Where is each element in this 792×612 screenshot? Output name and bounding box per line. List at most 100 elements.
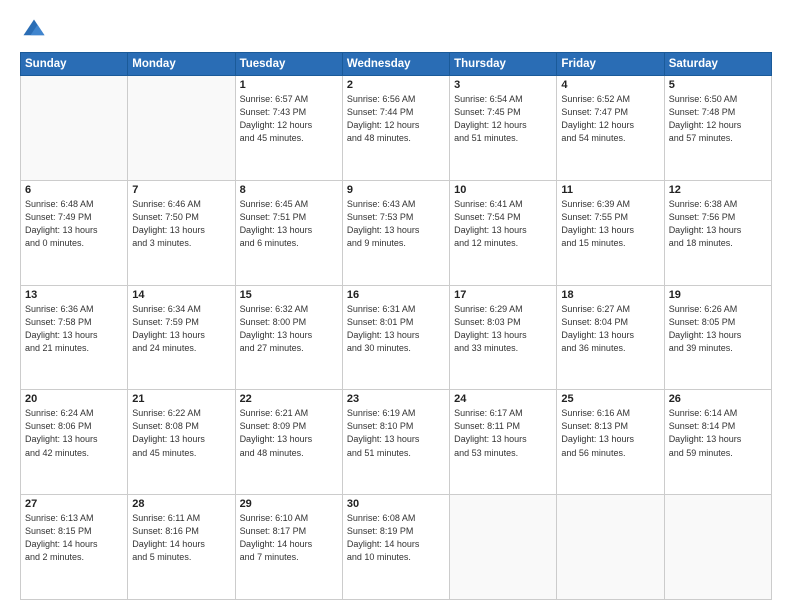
weekday-header-tuesday: Tuesday bbox=[235, 53, 342, 76]
week-row-5: 27Sunrise: 6:13 AM Sunset: 8:15 PM Dayli… bbox=[21, 495, 772, 600]
day-number: 26 bbox=[669, 393, 767, 405]
day-number: 2 bbox=[347, 79, 445, 91]
day-number: 23 bbox=[347, 393, 445, 405]
day-info: Sunrise: 6:29 AM Sunset: 8:03 PM Dayligh… bbox=[454, 303, 552, 355]
calendar-cell: 22Sunrise: 6:21 AM Sunset: 8:09 PM Dayli… bbox=[235, 390, 342, 495]
week-row-1: 1 Sunrise: 6:57 AM Sunset: 7:43 PM Daylig… bbox=[21, 76, 772, 181]
day-number: 14 bbox=[132, 289, 230, 301]
calendar-cell bbox=[128, 76, 235, 181]
logo-icon bbox=[20, 16, 48, 44]
day-info: Sunrise: 6:56 AM Sunset: 7:44 PM Dayligh… bbox=[347, 93, 445, 145]
calendar-cell: 19 Sunrise: 6:26 AM Sunset: 8:05 PM Dayli… bbox=[664, 285, 771, 390]
day-info: Sunrise: 6:13 AM Sunset: 8:15 PM Dayligh… bbox=[25, 512, 123, 564]
calendar-cell: 1 Sunrise: 6:57 AM Sunset: 7:43 PM Daylig… bbox=[235, 76, 342, 181]
day-info: Sunrise: 6:14 AM Sunset: 8:14 PM Dayligh… bbox=[669, 407, 767, 459]
calendar-cell: 3 Sunrise: 6:54 AM Sunset: 7:45 PM Daylig… bbox=[450, 76, 557, 181]
day-info: Sunrise: 6:22 AM Sunset: 8:08 PM Dayligh… bbox=[132, 407, 230, 459]
day-info: Sunrise: 6:38 AM Sunset: 7:56 PM Dayligh… bbox=[669, 198, 767, 250]
day-info: Sunrise: 6:41 AM Sunset: 7:54 PM Dayligh… bbox=[454, 198, 552, 250]
day-info: Sunrise: 6:26 AM Sunset: 8:05 PM Dayligh… bbox=[669, 303, 767, 355]
day-number: 7 bbox=[132, 184, 230, 196]
day-number: 18 bbox=[561, 289, 659, 301]
day-info: Sunrise: 6:34 AM Sunset: 7:59 PM Dayligh… bbox=[132, 303, 230, 355]
week-row-3: 13 Sunrise: 6:36 AM Sunset: 7:58 PM Dayli… bbox=[21, 285, 772, 390]
day-number: 17 bbox=[454, 289, 552, 301]
day-number: 8 bbox=[240, 184, 338, 196]
day-info: Sunrise: 6:39 AM Sunset: 7:55 PM Dayligh… bbox=[561, 198, 659, 250]
weekday-header-row: SundayMondayTuesdayWednesdayThursdayFrid… bbox=[21, 53, 772, 76]
day-number: 15 bbox=[240, 289, 338, 301]
day-number: 19 bbox=[669, 289, 767, 301]
day-info: Sunrise: 6:57 AM Sunset: 7:43 PM Dayligh… bbox=[240, 93, 338, 145]
weekday-header-monday: Monday bbox=[128, 53, 235, 76]
day-info: Sunrise: 6:36 AM Sunset: 7:58 PM Dayligh… bbox=[25, 303, 123, 355]
week-row-2: 6 Sunrise: 6:48 AM Sunset: 7:49 PM Daylig… bbox=[21, 180, 772, 285]
calendar-cell: 29 Sunrise: 6:10 AM Sunset: 8:17 PM Dayli… bbox=[235, 495, 342, 600]
day-number: 13 bbox=[25, 289, 123, 301]
calendar-cell: 9 Sunrise: 6:43 AM Sunset: 7:53 PM Daylig… bbox=[342, 180, 449, 285]
day-info: Sunrise: 6:32 AM Sunset: 8:00 PM Dayligh… bbox=[240, 303, 338, 355]
day-number: 4 bbox=[561, 79, 659, 91]
day-info: Sunrise: 6:43 AM Sunset: 7:53 PM Dayligh… bbox=[347, 198, 445, 250]
calendar-cell bbox=[450, 495, 557, 600]
calendar-cell: 10 Sunrise: 6:41 AM Sunset: 7:54 PM Dayli… bbox=[450, 180, 557, 285]
calendar-cell: 26 Sunrise: 6:14 AM Sunset: 8:14 PM Dayli… bbox=[664, 390, 771, 495]
day-number: 16 bbox=[347, 289, 445, 301]
calendar-cell: 7 Sunrise: 6:46 AM Sunset: 7:50 PM Daylig… bbox=[128, 180, 235, 285]
calendar-cell: 11 Sunrise: 6:39 AM Sunset: 7:55 PM Dayli… bbox=[557, 180, 664, 285]
day-number: 28 bbox=[132, 498, 230, 510]
day-info: Sunrise: 6:48 AM Sunset: 7:49 PM Dayligh… bbox=[25, 198, 123, 250]
day-number: 10 bbox=[454, 184, 552, 196]
day-info: Sunrise: 6:27 AM Sunset: 8:04 PM Dayligh… bbox=[561, 303, 659, 355]
calendar-cell: 28 Sunrise: 6:11 AM Sunset: 8:16 PM Dayli… bbox=[128, 495, 235, 600]
calendar-cell bbox=[664, 495, 771, 600]
day-number: 12 bbox=[669, 184, 767, 196]
weekday-header-wednesday: Wednesday bbox=[342, 53, 449, 76]
day-number: 24 bbox=[454, 393, 552, 405]
calendar-table: SundayMondayTuesdayWednesdayThursdayFrid… bbox=[20, 52, 772, 600]
day-number: 3 bbox=[454, 79, 552, 91]
day-info: Sunrise: 6:46 AM Sunset: 7:50 PM Dayligh… bbox=[132, 198, 230, 250]
calendar-cell: 25Sunrise: 6:16 AM Sunset: 8:13 PM Dayli… bbox=[557, 390, 664, 495]
calendar-cell: 16 Sunrise: 6:31 AM Sunset: 8:01 PM Dayli… bbox=[342, 285, 449, 390]
calendar-cell: 24 Sunrise: 6:17 AM Sunset: 8:11 PM Dayli… bbox=[450, 390, 557, 495]
calendar-cell bbox=[21, 76, 128, 181]
weekday-header-saturday: Saturday bbox=[664, 53, 771, 76]
calendar-cell: 21 Sunrise: 6:22 AM Sunset: 8:08 PM Dayli… bbox=[128, 390, 235, 495]
day-number: 25 bbox=[561, 393, 659, 405]
day-number: 9 bbox=[347, 184, 445, 196]
logo bbox=[20, 16, 52, 44]
calendar-cell: 23 Sunrise: 6:19 AM Sunset: 8:10 PM Dayli… bbox=[342, 390, 449, 495]
day-number: 29 bbox=[240, 498, 338, 510]
day-info: Sunrise: 6:11 AM Sunset: 8:16 PM Dayligh… bbox=[132, 512, 230, 564]
day-info: Sunrise: 6:54 AM Sunset: 7:45 PM Dayligh… bbox=[454, 93, 552, 145]
weekday-header-thursday: Thursday bbox=[450, 53, 557, 76]
day-number: 11 bbox=[561, 184, 659, 196]
calendar-cell: 5Sunrise: 6:50 AM Sunset: 7:48 PM Daylig… bbox=[664, 76, 771, 181]
calendar-cell: 15 Sunrise: 6:32 AM Sunset: 8:00 PM Dayli… bbox=[235, 285, 342, 390]
day-info: Sunrise: 6:45 AM Sunset: 7:51 PM Dayligh… bbox=[240, 198, 338, 250]
day-info: Sunrise: 6:21 AM Sunset: 8:09 PM Dayligh… bbox=[240, 407, 338, 459]
day-info: Sunrise: 6:17 AM Sunset: 8:11 PM Dayligh… bbox=[454, 407, 552, 459]
calendar-cell: 4 Sunrise: 6:52 AM Sunset: 7:47 PM Daylig… bbox=[557, 76, 664, 181]
day-info: Sunrise: 6:52 AM Sunset: 7:47 PM Dayligh… bbox=[561, 93, 659, 145]
calendar-cell: 6 Sunrise: 6:48 AM Sunset: 7:49 PM Daylig… bbox=[21, 180, 128, 285]
day-number: 30 bbox=[347, 498, 445, 510]
day-number: 20 bbox=[25, 393, 123, 405]
calendar-cell: 13 Sunrise: 6:36 AM Sunset: 7:58 PM Dayli… bbox=[21, 285, 128, 390]
day-number: 5 bbox=[669, 79, 767, 91]
day-info: Sunrise: 6:08 AM Sunset: 8:19 PM Dayligh… bbox=[347, 512, 445, 564]
calendar-cell: 27Sunrise: 6:13 AM Sunset: 8:15 PM Dayli… bbox=[21, 495, 128, 600]
weekday-header-sunday: Sunday bbox=[21, 53, 128, 76]
calendar-cell: 18 Sunrise: 6:27 AM Sunset: 8:04 PM Dayli… bbox=[557, 285, 664, 390]
day-info: Sunrise: 6:24 AM Sunset: 8:06 PM Dayligh… bbox=[25, 407, 123, 459]
day-info: Sunrise: 6:10 AM Sunset: 8:17 PM Dayligh… bbox=[240, 512, 338, 564]
header bbox=[20, 16, 772, 44]
day-number: 21 bbox=[132, 393, 230, 405]
day-info: Sunrise: 6:19 AM Sunset: 8:10 PM Dayligh… bbox=[347, 407, 445, 459]
day-number: 6 bbox=[25, 184, 123, 196]
calendar-cell: 12 Sunrise: 6:38 AM Sunset: 7:56 PM Dayli… bbox=[664, 180, 771, 285]
day-number: 1 bbox=[240, 79, 338, 91]
page: SundayMondayTuesdayWednesdayThursdayFrid… bbox=[0, 0, 792, 612]
day-info: Sunrise: 6:31 AM Sunset: 8:01 PM Dayligh… bbox=[347, 303, 445, 355]
